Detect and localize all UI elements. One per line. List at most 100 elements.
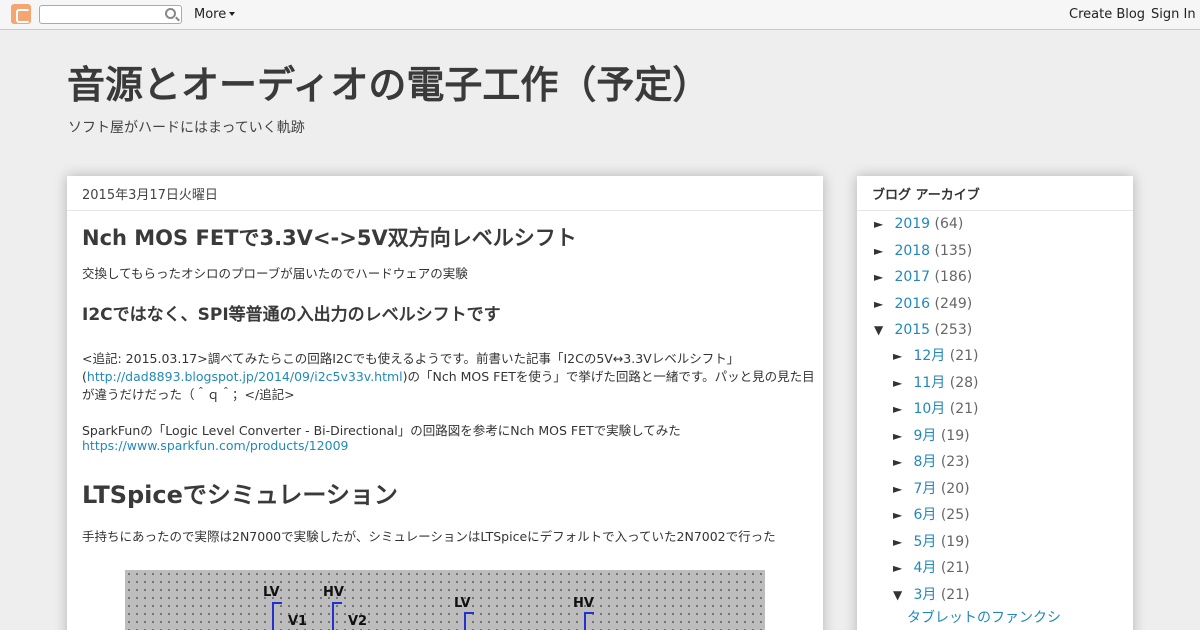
previous-article-link[interactable]: http://dad8893.blogspot.jp/2014/09/i2c5v… xyxy=(87,369,403,384)
schematic-label-lv-2: LV xyxy=(454,596,471,611)
archive-count: (21) xyxy=(949,348,979,364)
schematic-label-lv: LV xyxy=(263,585,280,600)
archive-month-link[interactable]: 11月 xyxy=(913,375,945,391)
schematic-label-hv-2: HV xyxy=(573,596,594,611)
archive-count: (20) xyxy=(940,481,970,497)
post-intro: 交換してもらったオシロのプローブが届いたのでハードウェアの実験 xyxy=(82,266,468,281)
archive-month-8: ► 8月 (23) xyxy=(893,451,970,471)
schematic-wire xyxy=(584,612,594,614)
navbar-search[interactable] xyxy=(39,5,182,26)
archive-count: (249) xyxy=(934,296,973,312)
schematic-label-hv: HV xyxy=(323,585,344,600)
archive-month-6: ► 6月 (25) xyxy=(893,504,970,524)
archive-year-2018: ► 2018 (135) xyxy=(874,243,972,259)
archive-month-4: ► 4月 (21) xyxy=(893,557,970,577)
sidebar-title: ブログ アーカイブ xyxy=(872,188,980,203)
expand-toggle-icon[interactable]: ► xyxy=(893,561,909,575)
sidebar-header: ブログ アーカイブ xyxy=(857,176,1133,211)
chevron-down-icon xyxy=(229,12,236,16)
archive-month-link[interactable]: 7月 xyxy=(913,481,936,497)
archive-post-link[interactable]: タブレットのファンクシ xyxy=(907,607,1061,627)
archive-count: (135) xyxy=(934,243,973,259)
archive-month-link[interactable]: 12月 xyxy=(913,348,945,364)
expand-toggle-icon[interactable]: ► xyxy=(874,244,890,258)
note-line-1: <追記: 2015.03.17>調べてみたらこの回路I2Cでも使えるようです。前… xyxy=(82,351,740,366)
post-title[interactable]: Nch MOS FETで3.3V<->5V双方向レベルシフト xyxy=(82,222,577,252)
archive-count: (253) xyxy=(934,322,973,338)
collapse-toggle-icon[interactable]: ▼ xyxy=(893,588,909,602)
archive-month-link[interactable]: 10月 xyxy=(913,401,945,417)
expand-toggle-icon[interactable]: ► xyxy=(874,270,890,284)
date-header: 2015年3月17日火曜日 xyxy=(67,176,823,211)
expand-toggle-icon[interactable]: ► xyxy=(893,508,909,522)
note-line-2-suffix: )の「Nch MOS FETを使う」で挙げた回路と一緒です。パッと見の見た目 xyxy=(402,369,815,384)
archive-count: (28) xyxy=(949,375,979,391)
more-menu-button[interactable]: More xyxy=(194,7,236,22)
schematic-wire xyxy=(584,612,586,630)
archive-month-9: ► 9月 (19) xyxy=(893,425,970,445)
archive-year-link[interactable]: 2019 xyxy=(894,216,930,232)
archive-count: (64) xyxy=(934,216,964,232)
expand-toggle-icon[interactable]: ► xyxy=(893,429,909,443)
section-heading: LTSpiceでシミュレーション xyxy=(82,481,398,509)
archive-month-12: ► 12月 (21) xyxy=(893,345,978,365)
blog-title[interactable]: 音源とオーディオの電子工作（予定） xyxy=(67,54,710,109)
post-container: 2015年3月17日火曜日 Nch MOS FETで3.3V<->5V双方向レベ… xyxy=(67,176,823,630)
search-input[interactable] xyxy=(40,8,158,26)
expand-toggle-icon[interactable]: ► xyxy=(893,376,909,390)
sign-in-link[interactable]: Sign In xyxy=(1151,7,1196,22)
navbar: More Create Blog Sign In xyxy=(0,0,1200,30)
schematic-wire xyxy=(464,612,466,630)
archive-month-10: ► 10月 (21) xyxy=(893,398,978,418)
sidebar-archive: ブログ アーカイブ ► 2019 (64) ► 2018 (135) ► 201… xyxy=(857,176,1133,630)
archive-count: (23) xyxy=(940,454,970,470)
archive-count: (19) xyxy=(940,428,970,444)
post-date: 2015年3月17日火曜日 xyxy=(82,188,218,203)
sparkfun-text: SparkFunの「Logic Level Converter - Bi-Dir… xyxy=(82,423,681,438)
archive-year-link[interactable]: 2018 xyxy=(894,243,930,259)
section-text: 手持ちにあったので実際は2N7000で実験したが、シミュレーションはLTSpic… xyxy=(82,529,776,544)
archive-month-link[interactable]: 8月 xyxy=(913,454,936,470)
archive-year-2019: ► 2019 (64) xyxy=(874,216,963,232)
search-icon[interactable] xyxy=(165,8,176,19)
blog-description: ソフト屋がハードにはまっていく軌跡 xyxy=(68,120,305,136)
schematic-wire xyxy=(332,602,334,630)
note-line-2: (http://dad8893.blogspot.jp/2014/09/i2c5… xyxy=(82,366,815,385)
archive-count: (186) xyxy=(934,269,973,285)
archive-month-link[interactable]: 6月 xyxy=(913,507,936,523)
archive-count: (19) xyxy=(940,534,970,550)
schematic-wire xyxy=(272,602,274,630)
schematic-image: LV HV V1 V2 LV HV xyxy=(125,570,765,630)
expand-toggle-icon[interactable]: ► xyxy=(893,402,909,416)
archive-count: (21) xyxy=(940,587,970,603)
archive-month-11: ► 11月 (28) xyxy=(893,372,978,392)
archive-month-link[interactable]: 3月 xyxy=(913,587,936,603)
archive-count: (21) xyxy=(940,560,970,576)
collapse-toggle-icon[interactable]: ▼ xyxy=(874,323,890,337)
archive-count: (21) xyxy=(949,401,979,417)
archive-year-link[interactable]: 2015 xyxy=(894,322,930,338)
schematic-wire xyxy=(464,612,474,614)
more-label: More xyxy=(194,7,227,22)
sparkfun-link[interactable]: https://www.sparkfun.com/products/12009 xyxy=(82,438,348,453)
note-line-3: が違うだけだった（＾ｑ＾；</追記> xyxy=(82,387,295,402)
expand-toggle-icon[interactable]: ► xyxy=(874,297,890,311)
expand-toggle-icon[interactable]: ► xyxy=(893,349,909,363)
schematic-label-v1: V1 xyxy=(288,614,308,629)
schematic-wire xyxy=(332,602,342,604)
archive-year-link[interactable]: 2017 xyxy=(894,269,930,285)
expand-toggle-icon[interactable]: ► xyxy=(893,535,909,549)
archive-month-5: ► 5月 (19) xyxy=(893,531,970,551)
archive-year-link[interactable]: 2016 xyxy=(894,296,930,312)
expand-toggle-icon[interactable]: ► xyxy=(874,217,890,231)
post-subheading: I2Cではなく、SPI等普通の入出力のレベルシフトです xyxy=(82,305,501,325)
archive-year-2015: ▼ 2015 (253) xyxy=(874,322,972,338)
archive-month-link[interactable]: 9月 xyxy=(913,428,936,444)
blogger-logo-icon[interactable] xyxy=(11,4,31,24)
archive-month-link[interactable]: 5月 xyxy=(913,534,936,550)
expand-toggle-icon[interactable]: ► xyxy=(893,482,909,496)
create-blog-link[interactable]: Create Blog xyxy=(1069,7,1145,22)
archive-year-2017: ► 2017 (186) xyxy=(874,269,972,285)
expand-toggle-icon[interactable]: ► xyxy=(893,455,909,469)
archive-month-link[interactable]: 4月 xyxy=(913,560,936,576)
